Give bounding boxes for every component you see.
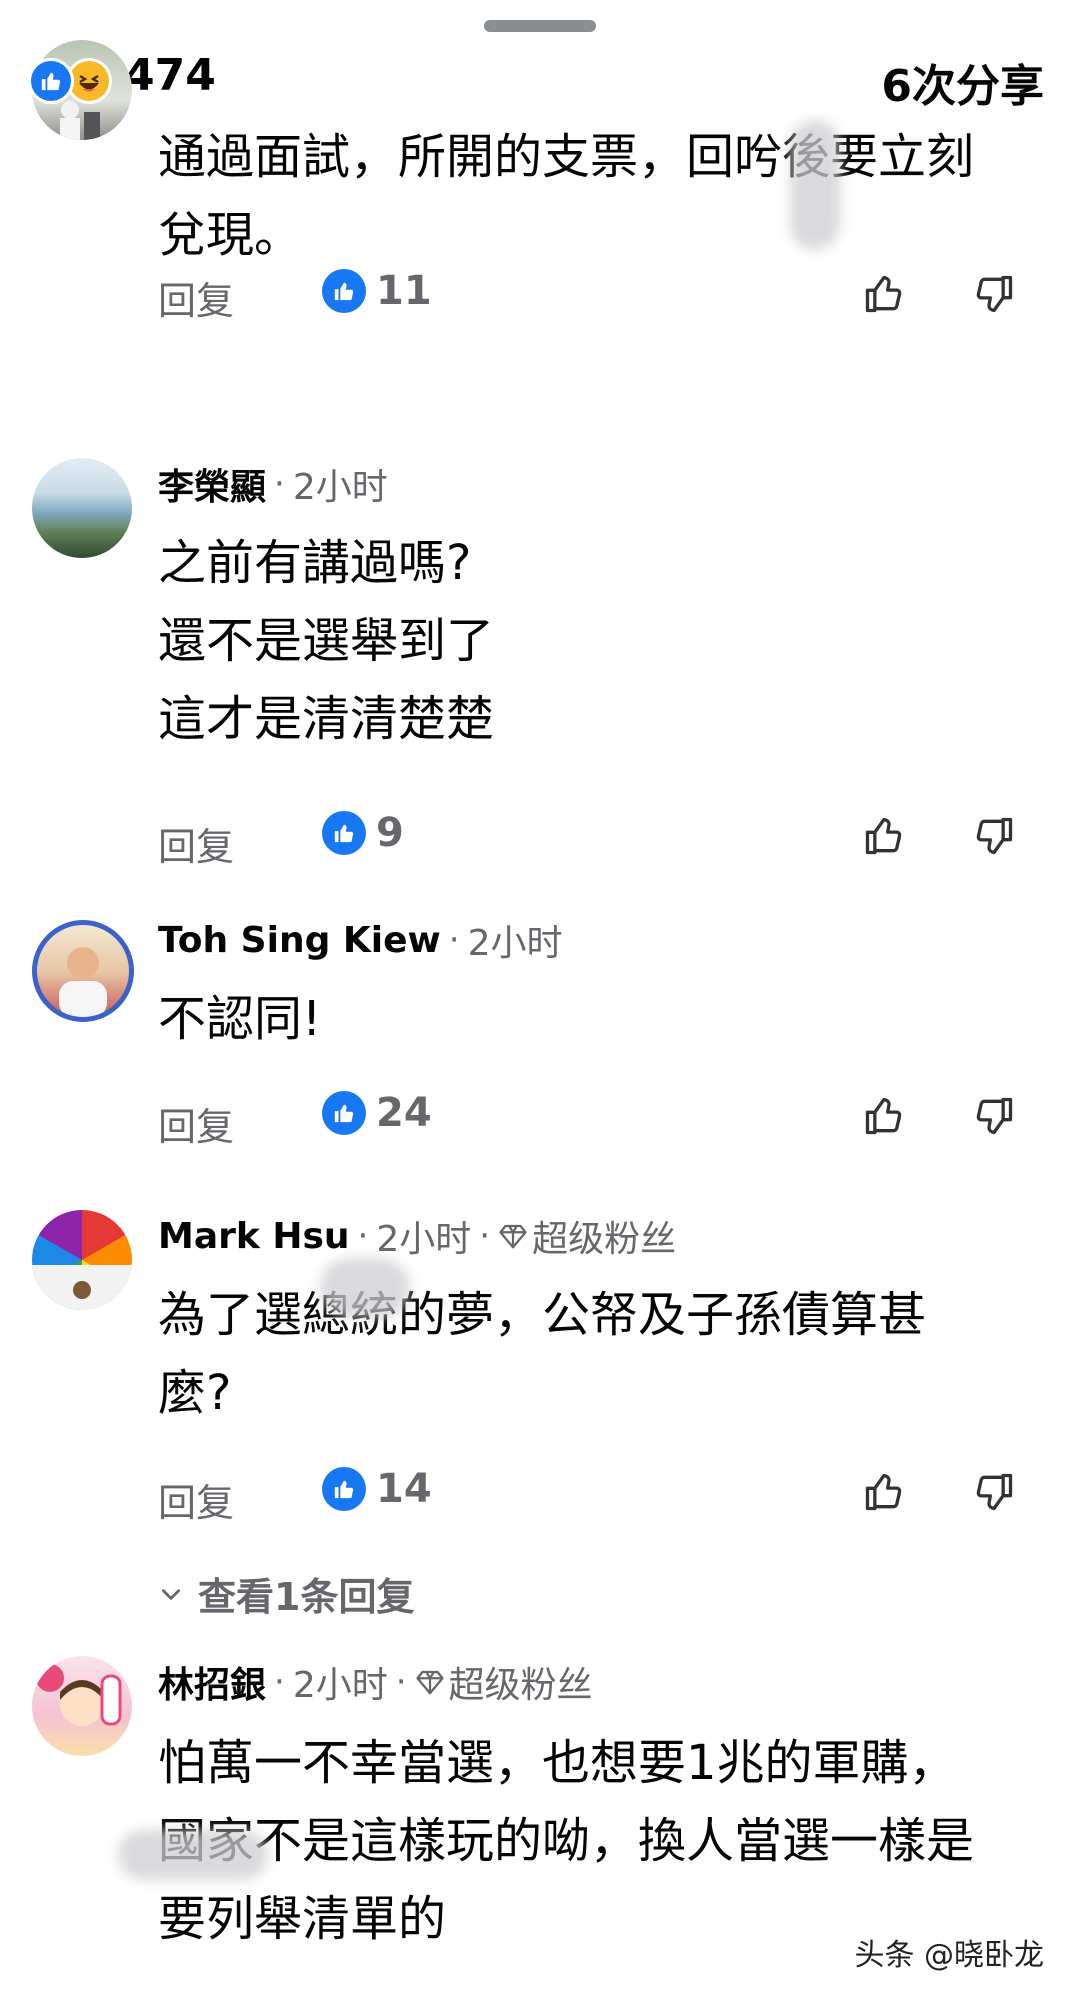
thumbs-up-icon xyxy=(865,275,902,313)
share-count[interactable]: 6次分享 xyxy=(881,50,1044,114)
timestamp[interactable]: 2小时 xyxy=(468,914,563,966)
downvote-button[interactable] xyxy=(968,268,1020,320)
reply-button[interactable]: 回复 xyxy=(158,270,234,325)
like-icon xyxy=(28,58,74,104)
super-fan-badge[interactable]: 超级粉丝 xyxy=(415,1656,593,1708)
comment-text: 不認同! xyxy=(158,980,321,1058)
comment-meta: 李榮顯 · 2小时 xyxy=(158,458,388,510)
reactions-bar: 474 6次分享 xyxy=(0,46,1080,116)
like-count-value: 14 xyxy=(376,1466,432,1512)
like-count-value: 9 xyxy=(376,810,404,856)
like-icon xyxy=(322,811,366,855)
upvote-button[interactable] xyxy=(858,1466,910,1518)
watermark: 头条 @晓卧龙 xyxy=(854,1938,1044,1973)
author-name[interactable]: Toh Sing Kiew xyxy=(158,920,441,961)
blur-smudge xyxy=(790,120,840,250)
comment-line: 麼? xyxy=(158,1365,232,1421)
comment-meta: Toh Sing Kiew · 2小时 xyxy=(158,914,563,966)
downvote-button[interactable] xyxy=(968,1466,1020,1518)
avatar[interactable] xyxy=(32,1656,132,1756)
reply-button[interactable]: 回复 xyxy=(158,1472,234,1527)
upvote-button[interactable] xyxy=(858,810,910,862)
timestamp[interactable]: 2小时 xyxy=(293,458,388,510)
downvote-button[interactable] xyxy=(968,1090,1020,1142)
like-count[interactable]: 11 xyxy=(322,268,432,314)
comment-text: 之前有講過嗎? 還不是選舉到了 這才是清清楚楚 xyxy=(158,524,494,758)
separator-dot: · xyxy=(479,1216,491,1256)
comment-line: 不認同! xyxy=(158,991,322,1047)
downvote-button[interactable] xyxy=(968,810,1020,862)
avatar[interactable] xyxy=(32,920,134,1022)
super-fan-badge[interactable]: 超级粉丝 xyxy=(498,1210,676,1262)
comment-line: 還不是選舉到了 xyxy=(158,613,495,669)
upvote-button[interactable] xyxy=(858,268,910,320)
thumbs-up-icon xyxy=(865,817,902,855)
like-count[interactable]: 9 xyxy=(322,810,404,856)
thumbs-up-icon xyxy=(865,1097,902,1135)
comment-meta: Mark Hsu · 2小时 · 超级粉丝 xyxy=(158,1210,676,1262)
view-replies-button[interactable]: 查看1条回复 xyxy=(158,1566,414,1621)
like-count[interactable]: 14 xyxy=(322,1466,432,1512)
comment-line: 通過面試，所開的支票，回𠯋後要立刻 xyxy=(158,129,975,185)
comment-line: 怕萬一不幸當選，也想要1兆的軍購， xyxy=(158,1735,957,1791)
separator-dot: · xyxy=(274,1662,285,1702)
timestamp[interactable]: 2小时 xyxy=(293,1656,388,1708)
thumbs-down-icon xyxy=(976,817,1013,855)
comment-text: 怕萬一不幸當選，也想要1兆的軍購， 國家不是這樣玩的呦，換人當選一樣是 要列舉清… xyxy=(158,1724,974,1958)
thumbs-down-icon xyxy=(976,1473,1013,1511)
reply-button[interactable]: 回复 xyxy=(158,816,234,871)
drag-handle[interactable] xyxy=(484,20,596,32)
avatar[interactable] xyxy=(32,458,132,558)
comment-line: 要列舉清單的 xyxy=(158,1891,447,1947)
badge-label: 超级粉丝 xyxy=(532,1219,677,1260)
diamond-icon xyxy=(415,1670,444,1695)
comment-line: 國家不是這樣玩的呦，換人當選一樣是 xyxy=(158,1813,975,1869)
thumbs-down-icon xyxy=(976,275,1013,313)
thumbs-up-icon xyxy=(865,1473,902,1511)
like-count-value: 24 xyxy=(376,1090,432,1136)
comment-text: 為了選總統的夢，公帑及子孫債算甚 麼? xyxy=(158,1276,926,1432)
separator-dot: · xyxy=(395,1662,407,1702)
comment-text: 通過面試，所開的支票，回𠯋後要立刻 兌現。 xyxy=(158,118,974,274)
reaction-count[interactable]: 474 xyxy=(124,50,216,101)
blur-smudge xyxy=(320,1258,410,1318)
timestamp[interactable]: 2小时 xyxy=(376,1210,471,1262)
upvote-button[interactable] xyxy=(858,1090,910,1142)
like-icon xyxy=(322,269,366,313)
comment-line: 之前有講過嗎? xyxy=(158,535,472,591)
comment-meta: 林招銀 · 2小时 · 超级粉丝 xyxy=(158,1656,593,1708)
blur-smudge xyxy=(118,1830,268,1880)
separator-dot: · xyxy=(448,920,460,960)
author-name[interactable]: 李榮顯 xyxy=(158,458,266,510)
comment-line: 為了選總統的夢，公帑及子孫債算甚 xyxy=(158,1287,927,1343)
avatar[interactable] xyxy=(32,1210,132,1310)
like-icon xyxy=(322,1467,366,1511)
author-name[interactable]: 林招銀 xyxy=(158,1656,266,1708)
author-name[interactable]: Mark Hsu xyxy=(158,1216,350,1257)
separator-dot: · xyxy=(274,464,285,504)
reply-button[interactable]: 回复 xyxy=(158,1096,234,1151)
separator-dot: · xyxy=(357,1216,369,1256)
comment-line: 這才是清清楚楚 xyxy=(158,691,495,747)
diamond-icon xyxy=(499,1224,527,1249)
like-icon xyxy=(322,1091,366,1135)
view-replies-label: 查看1条回复 xyxy=(198,1575,415,1619)
comment-line: 兌現。 xyxy=(158,207,303,263)
like-count-value: 11 xyxy=(376,268,432,314)
like-count[interactable]: 24 xyxy=(322,1090,432,1136)
badge-label: 超级粉丝 xyxy=(448,1665,593,1706)
thumbs-down-icon xyxy=(976,1097,1013,1135)
chevron-down-icon xyxy=(162,1588,180,1600)
